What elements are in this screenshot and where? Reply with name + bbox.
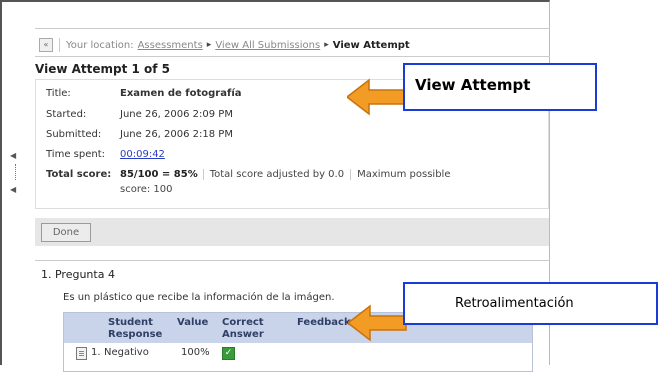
callout-view-attempt-text: View Attempt [415,76,531,94]
started-label: Started: [46,109,87,120]
callout-view-attempt: View Attempt [403,63,597,111]
divider [35,260,550,261]
page-title: View Attempt 1 of 5 [35,62,171,76]
breadcrumb-link-assessments[interactable]: Assessments [138,40,203,51]
back-arrow-icon[interactable]: « [39,38,53,52]
header-student-line1: Student [108,317,153,328]
breadcrumb-current: View Attempt [332,39,410,51]
callout-arrow-icon [348,304,407,342]
callout-arrow-icon [347,78,406,116]
timespent-row: Time spent: 00:09:42 [46,149,165,160]
breadcrumb-prefix: Your location: [66,39,134,51]
max-possible-score: score: 100 [120,184,173,195]
question-text: Es un plástico que recibe la información… [63,292,335,303]
title-label: Title: [46,88,71,99]
max-possible-text: Maximum possible [357,169,451,180]
breadcrumb: « Your location: Assessments ▸ View All … [39,36,410,54]
column-header-feedback: Feedback [297,317,351,328]
chevron-right-icon: ▸ [324,40,329,50]
submitted-value: June 26, 2006 2:18 PM [120,129,233,140]
question-title: 1. Pregunta 4 [41,268,115,281]
submitted-label: Submitted: [46,129,102,140]
chevron-right-icon: ▸ [206,40,212,50]
collapse-arrow-icon[interactable]: ◀ [10,152,16,160]
done-button[interactable]: Done [41,223,91,242]
action-bar: Done [35,218,549,246]
check-icon: ✓ [222,347,235,360]
timespent-link[interactable]: 00:09:42 [120,149,165,160]
timespent-label: Time spent: [46,149,105,160]
side-panel-toggle[interactable]: ◀ ◀ [10,152,20,197]
column-header-correct: Correct Answer [222,317,264,341]
row-index: 1. [91,347,101,358]
started-row: Started: June 26, 2006 2:09 PM [46,109,233,120]
header-student-line2: Response [108,329,163,340]
divider [59,38,60,52]
header-correct-line2: Answer [222,329,264,340]
started-value: June 26, 2006 2:09 PM [120,109,233,120]
document-icon [76,347,87,360]
score-adjusted-text: Total score adjusted by 0.0 [204,169,352,180]
divider [35,56,550,57]
column-header-student: Student Response [108,317,162,341]
row-response: Negativo [104,347,149,358]
breadcrumb-link-submissions[interactable]: View All Submissions [215,40,320,51]
column-header-value: Value [177,317,209,328]
splitter-handle[interactable] [15,164,18,180]
title-value: Examen de fotografía [120,88,242,99]
title-row: Title: Examen de fotografía [46,88,242,99]
divider [35,28,550,29]
callout-feedback-text: Retroalimentación [455,296,574,311]
total-score-value: 85/100 = 85% [120,169,204,180]
collapse-arrow-icon[interactable]: ◀ [10,186,16,194]
total-score-row: Total score: 85/100 = 85% Total score ad… [46,169,450,180]
callout-feedback: Retroalimentación [403,282,658,325]
total-score-label: Total score: [46,169,112,180]
submitted-row: Submitted: June 26, 2006 2:18 PM [46,129,233,140]
table-row: 1. Negativo 100% ✓ [64,345,532,361]
header-correct-line1: Correct [222,317,264,328]
row-value: 100% [181,347,210,358]
